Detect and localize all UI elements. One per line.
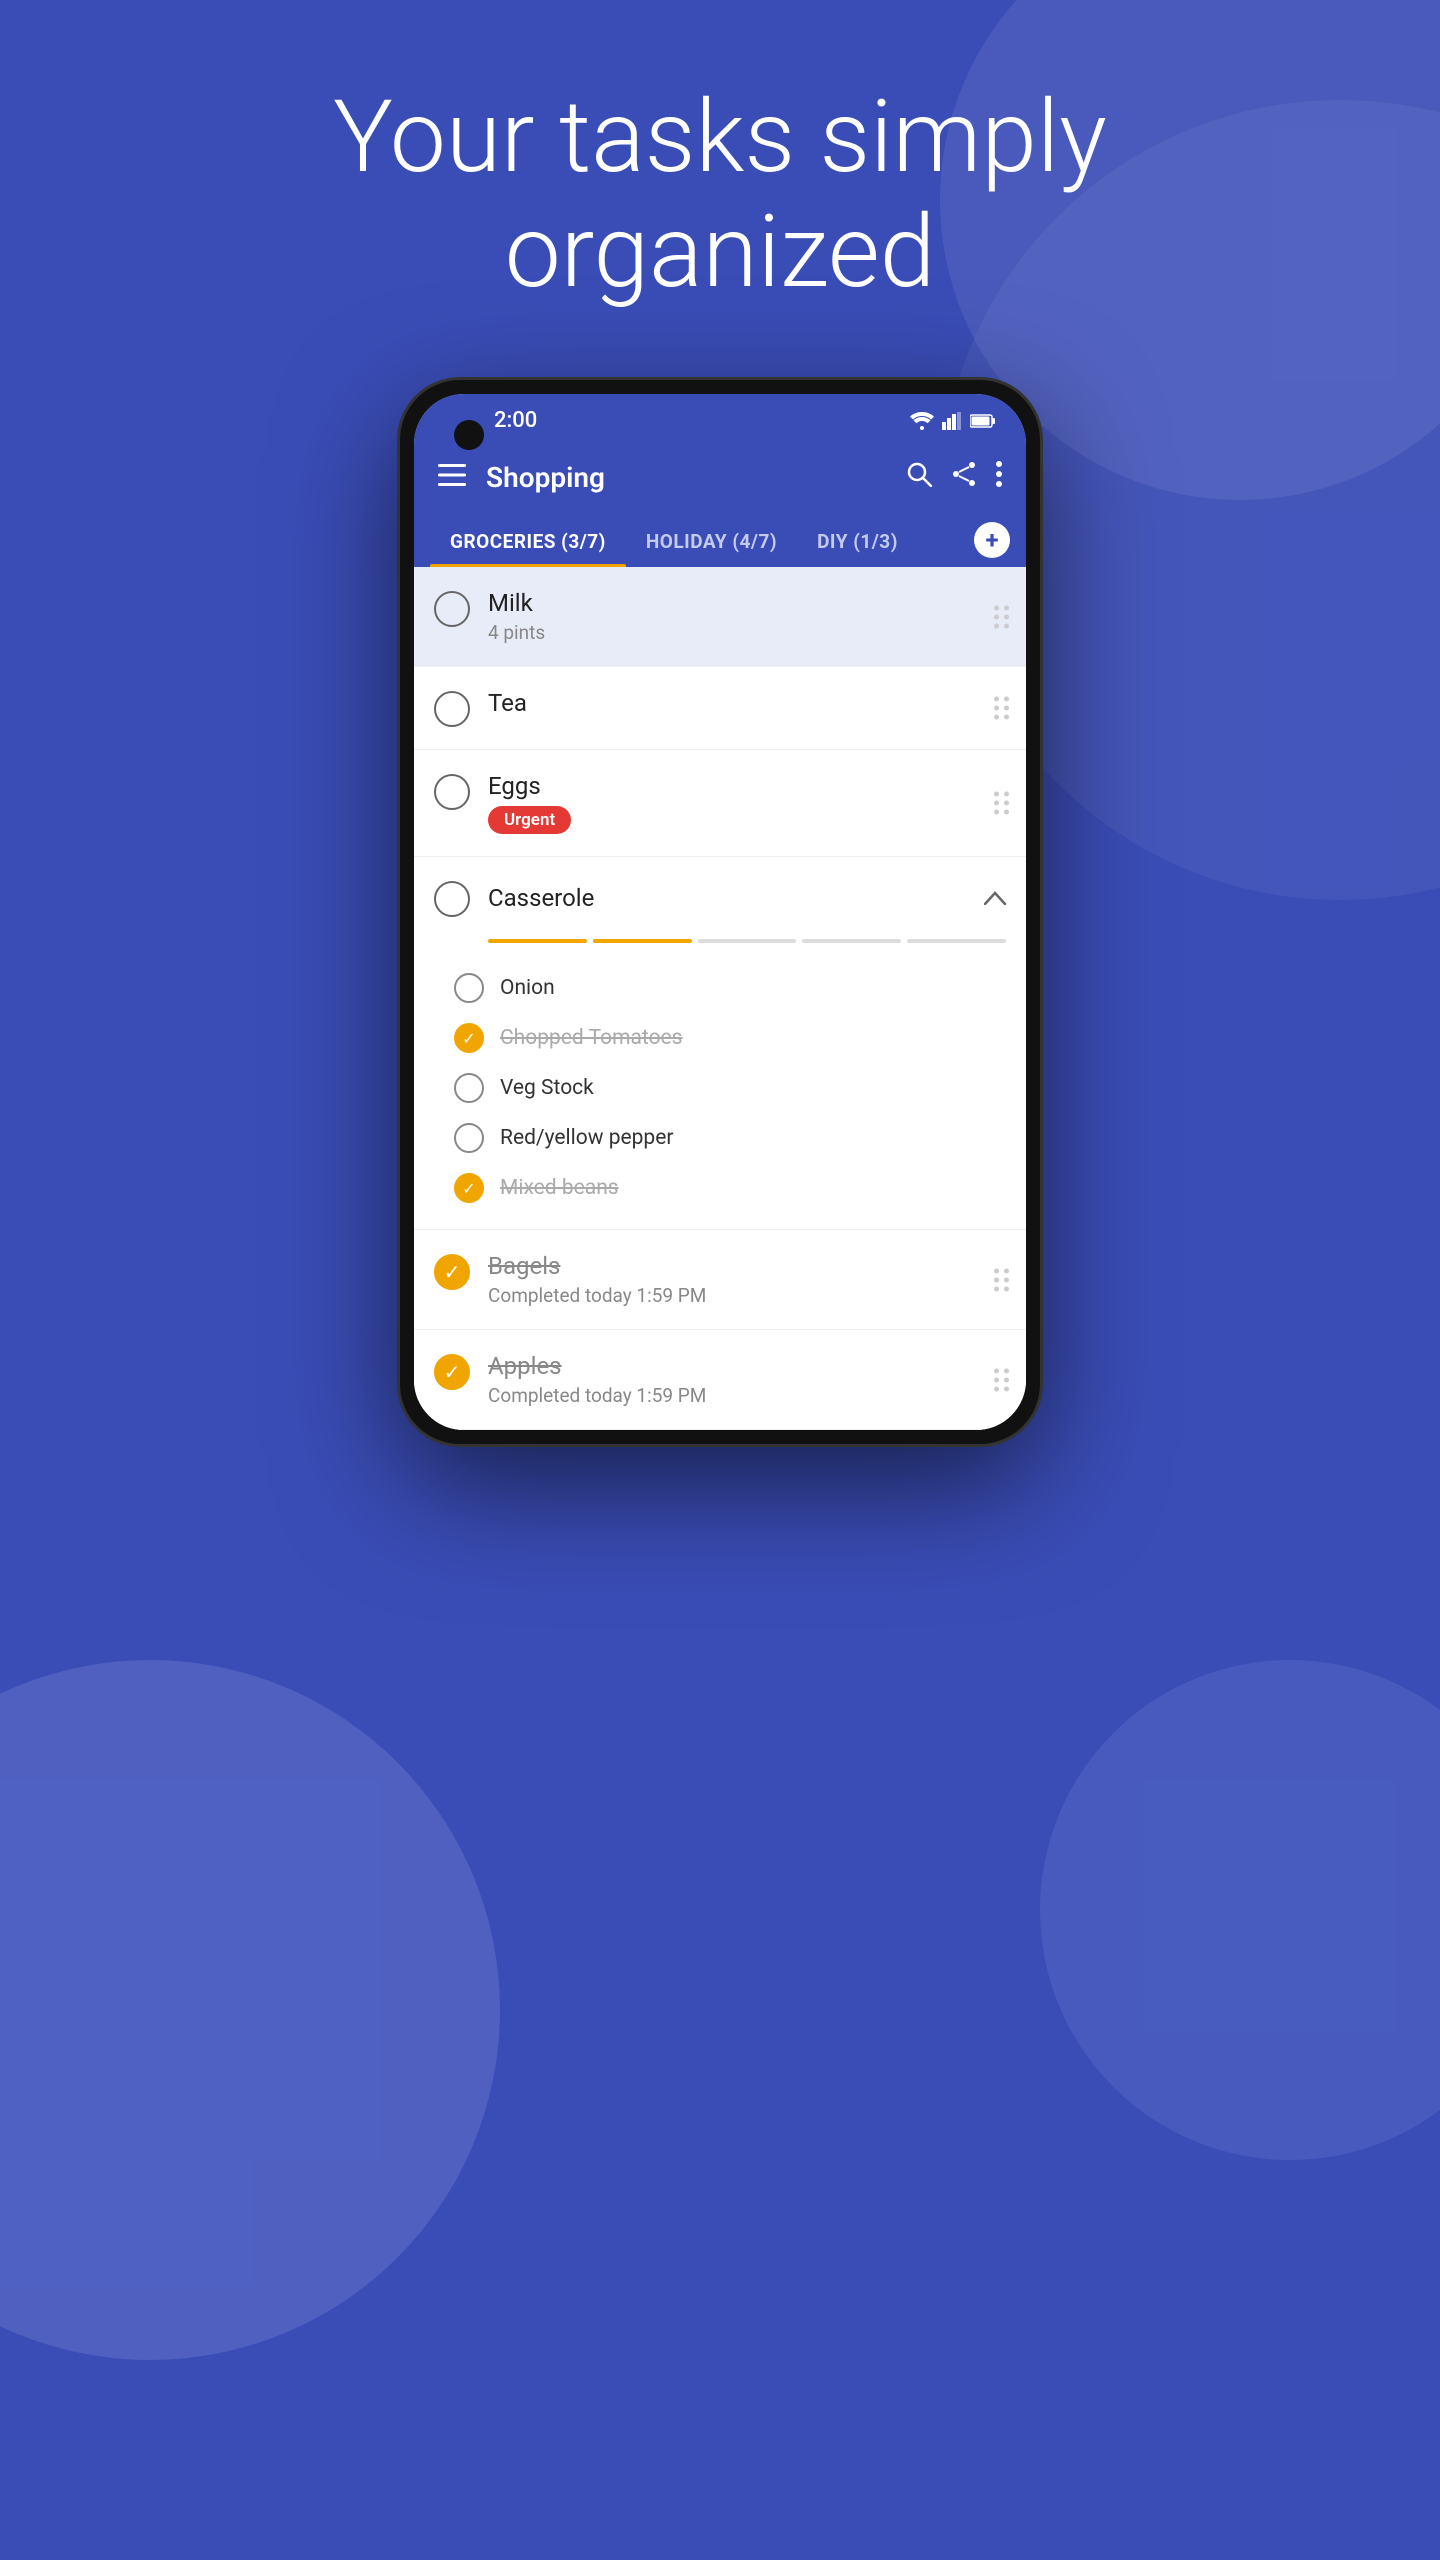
bg-decoration-3 (0, 1660, 500, 2360)
milk-title: Milk (488, 589, 1006, 617)
sub-checkbox-onion[interactable] (454, 973, 484, 1003)
battery-icon (970, 414, 996, 428)
hero-line1: Your tasks simply (120, 80, 1320, 195)
milk-subtitle: 4 pints (488, 621, 1006, 644)
collapse-button[interactable] (984, 886, 1006, 911)
eggs-drag-handle[interactable] (994, 792, 1010, 815)
apples-content: Apples Completed today 1:59 PM (488, 1352, 1006, 1407)
apples-completed: Completed today 1:59 PM (488, 1384, 1006, 1407)
tab-diy[interactable]: DIY (1/3) (797, 512, 918, 567)
tea-drag-handle[interactable] (994, 697, 1010, 720)
casserole-title: Casserole (488, 884, 594, 912)
tab-holiday[interactable]: HOLIDAY (4/7) (626, 512, 797, 567)
status-icons (910, 412, 996, 430)
camera-notch (454, 420, 484, 450)
bagels-completed: Completed today 1:59 PM (488, 1284, 1006, 1307)
sub-item-tomatoes: ✓ Chopped Tomatoes (454, 1013, 1026, 1063)
sub-checkbox-beans[interactable]: ✓ (454, 1173, 484, 1203)
sub-item-pepper-title: Red/yellow pepper (500, 1126, 673, 1150)
milk-drag-handle[interactable] (994, 605, 1010, 628)
sub-item-beans-title: Mixed beans (500, 1176, 619, 1200)
list-item-bagels: ✓ Bagels Completed today 1:59 PM (414, 1230, 1026, 1330)
sub-checkbox-vegstock[interactable] (454, 1073, 484, 1103)
checkbox-tea[interactable] (434, 691, 470, 727)
list-item-apples: ✓ Apples Completed today 1:59 PM (414, 1330, 1026, 1430)
phone-frame: 2:00 (400, 380, 1040, 1444)
list-item-eggs: Eggs Urgent (414, 750, 1026, 857)
sub-item-onion-title: Onion (500, 976, 555, 1000)
progress-bar-4 (802, 939, 901, 943)
sub-item-vegstock-title: Veg Stock (500, 1076, 594, 1100)
hero-text: Your tasks simply organized (0, 80, 1440, 310)
sub-item-beans: ✓ Mixed beans (454, 1163, 1026, 1213)
tab-bar: GROCERIES (3/7) HOLIDAY (4/7) DIY (1/3) … (414, 512, 1026, 567)
sub-item-tomatoes-title: Chopped Tomatoes (500, 1026, 683, 1050)
bagels-title: Bagels (488, 1252, 1006, 1280)
hamburger-icon (438, 464, 466, 486)
eggs-content: Eggs Urgent (488, 772, 1006, 834)
phone-screen: 2:00 (414, 394, 1026, 1430)
task-list: Milk 4 pints Tea (414, 567, 1026, 1430)
sub-checkbox-tomatoes[interactable]: ✓ (454, 1023, 484, 1053)
checkbox-bagels[interactable]: ✓ (434, 1254, 470, 1290)
apples-drag-handle[interactable] (994, 1368, 1010, 1391)
menu-icon[interactable] (438, 463, 466, 493)
phone-mockup: 2:00 (400, 380, 1040, 1444)
bagels-drag-handle[interactable] (994, 1268, 1010, 1291)
progress-bar-5 (907, 939, 1006, 943)
list-item-milk: Milk 4 pints (414, 567, 1026, 667)
more-icon[interactable] (996, 461, 1002, 494)
checkbox-milk[interactable] (434, 591, 470, 627)
hero-line2: organized (120, 195, 1320, 310)
tea-title: Tea (488, 689, 1006, 717)
share-icon[interactable] (952, 461, 976, 494)
progress-bar-3 (698, 939, 797, 943)
bagels-content: Bagels Completed today 1:59 PM (488, 1252, 1006, 1307)
casserole-header: Casserole (414, 857, 1026, 939)
list-item-tea: Tea (414, 667, 1026, 750)
apples-title: Apples (488, 1352, 1006, 1380)
status-bar: 2:00 (414, 394, 1026, 443)
eggs-title: Eggs (488, 772, 1006, 800)
list-item-casserole: Casserole (414, 857, 1026, 1230)
add-tab-button[interactable]: + (974, 522, 1010, 558)
casserole-progress (468, 939, 1026, 943)
app-toolbar: Shopping (414, 443, 1026, 512)
progress-bar-1 (488, 939, 587, 943)
casserole-sub-items: Onion ✓ Chopped Tomatoes Veg Stock (414, 955, 1026, 1229)
checkbox-eggs[interactable] (434, 774, 470, 810)
sub-checkbox-pepper[interactable] (454, 1123, 484, 1153)
milk-content: Milk 4 pints (488, 589, 1006, 644)
signal-icon (942, 412, 962, 430)
sub-item-vegstock: Veg Stock (454, 1063, 1026, 1113)
urgent-badge: Urgent (488, 806, 571, 834)
tea-content: Tea (488, 689, 1006, 717)
sub-item-onion: Onion (454, 963, 1026, 1013)
checkbox-apples[interactable]: ✓ (434, 1354, 470, 1390)
toolbar-title: Shopping (486, 461, 886, 494)
tab-groceries[interactable]: GROCERIES (3/7) (430, 512, 626, 567)
status-time: 2:00 (494, 408, 537, 433)
bg-decoration-4 (1040, 1660, 1440, 2160)
wifi-icon (910, 412, 934, 430)
progress-bar-2 (593, 939, 692, 943)
checkbox-casserole[interactable] (434, 881, 470, 917)
search-icon[interactable] (906, 461, 932, 494)
sub-item-pepper: Red/yellow pepper (454, 1113, 1026, 1163)
